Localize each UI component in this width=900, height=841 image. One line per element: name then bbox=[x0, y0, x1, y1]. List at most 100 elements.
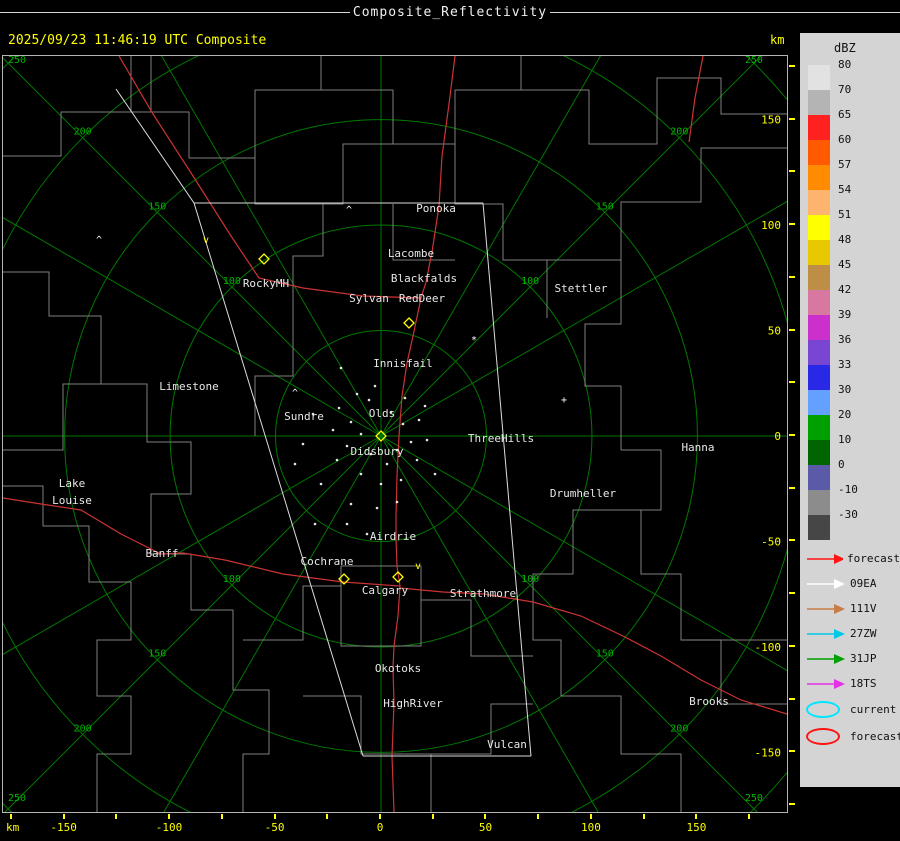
colorbar-value: -30 bbox=[838, 508, 858, 521]
axis-label-right: 150 bbox=[761, 114, 781, 127]
city-label: Drumheller bbox=[550, 487, 617, 500]
obs-symbol: ^ bbox=[346, 205, 352, 216]
colorbar-value: 10 bbox=[838, 433, 852, 446]
axis-tick bbox=[789, 644, 795, 647]
ellipse-label: current bbox=[850, 703, 897, 716]
axis-tick bbox=[484, 814, 487, 819]
axis-tick bbox=[326, 814, 329, 819]
axis-label-right: 50 bbox=[768, 325, 781, 338]
axis-tick bbox=[9, 814, 12, 819]
city-label: Didsbury bbox=[351, 445, 404, 458]
axis-tick bbox=[589, 814, 592, 819]
axis-tick bbox=[789, 697, 795, 700]
city-label: Sundre bbox=[284, 410, 324, 423]
city-label: Vulcan bbox=[487, 738, 527, 751]
ring-distance-label: 250 bbox=[8, 793, 26, 804]
city-label: ThreeHills bbox=[468, 432, 534, 445]
city-label: Ponoka bbox=[416, 202, 456, 215]
axis-tick bbox=[789, 170, 795, 173]
colorbar-value: 42 bbox=[838, 283, 852, 296]
city-label: Olds bbox=[369, 407, 396, 420]
county-boundary bbox=[454, 144, 548, 318]
echo-dot bbox=[319, 482, 323, 486]
colorbar-value: 80 bbox=[838, 58, 852, 71]
colorbar-value: 39 bbox=[838, 308, 852, 321]
county-boundary bbox=[532, 509, 641, 696]
axis-tick bbox=[789, 275, 795, 278]
city-label: Sylvan bbox=[349, 292, 389, 305]
colorbar-value: -10 bbox=[838, 483, 858, 496]
colorbar-band-row: 70 bbox=[808, 83, 900, 115]
colorbar-swatch bbox=[808, 290, 830, 315]
echo-dot bbox=[425, 438, 429, 442]
highway-line bbox=[118, 56, 422, 299]
county-boundary bbox=[151, 553, 270, 812]
colorbar-swatch bbox=[808, 140, 830, 165]
city-label: Innisfail bbox=[373, 357, 433, 370]
radial-line bbox=[380, 435, 787, 671]
radial-line bbox=[161, 56, 382, 437]
legend-track-row: 27ZW bbox=[800, 621, 900, 646]
track-label: 111V bbox=[850, 602, 877, 615]
ring-distance-label: 100 bbox=[223, 276, 241, 287]
colorbar-value: 36 bbox=[838, 333, 852, 346]
city-label: Lake bbox=[59, 477, 86, 490]
county-boundary bbox=[3, 485, 132, 812]
ring-distance-label: 200 bbox=[670, 723, 688, 734]
arrow-head bbox=[834, 628, 845, 639]
axis-tick bbox=[379, 814, 381, 819]
colorbar-swatch bbox=[808, 340, 830, 365]
colorbar-swatch bbox=[808, 415, 830, 440]
echo-dot bbox=[395, 500, 399, 504]
title-rule-right bbox=[550, 12, 900, 13]
echo-dot bbox=[423, 404, 427, 408]
echo-dot bbox=[335, 458, 339, 462]
county-boundary bbox=[303, 695, 432, 812]
ring-distance-label: 150 bbox=[596, 201, 614, 212]
ring-distance-label: 250 bbox=[745, 793, 763, 804]
echo-dot bbox=[359, 432, 363, 436]
colorbar-band-row: 65 bbox=[808, 108, 900, 140]
county-boundary bbox=[254, 56, 322, 158]
track-label: forecast bbox=[847, 552, 900, 565]
colorbar-value: 51 bbox=[838, 208, 852, 221]
echo-dot bbox=[349, 502, 353, 506]
colorbar-band-row: 42 bbox=[808, 283, 900, 315]
arrow-head bbox=[834, 603, 845, 614]
ring-distance-label: 250 bbox=[745, 56, 763, 66]
ring-distance-label: 100 bbox=[521, 574, 539, 585]
site-diamond-marker bbox=[403, 317, 415, 329]
track-label: 18TS bbox=[850, 677, 877, 690]
ellipse-legend: current forecast bbox=[800, 696, 900, 750]
radar-map: 100 100 100 100 150 150 150 150 200 200 200 200 250 2… bbox=[2, 55, 788, 813]
ring-distance-label: 250 bbox=[8, 56, 26, 66]
colorbar-band-row: -30 bbox=[808, 508, 900, 540]
county-boundary bbox=[131, 111, 323, 205]
arrow-head bbox=[834, 553, 844, 564]
colorbar-value: 45 bbox=[838, 258, 852, 271]
axis-tick bbox=[789, 223, 795, 226]
ring-distance-label: 100 bbox=[223, 574, 241, 585]
axis-label-bottom: 0 bbox=[376, 821, 384, 834]
axis-tick bbox=[789, 592, 795, 595]
county-boundary bbox=[521, 77, 787, 145]
city-label: Calgary bbox=[362, 584, 409, 597]
radar-app-window: Composite_Reflectivity 2025/09/23 11:46:… bbox=[0, 0, 900, 841]
caret-marker: v bbox=[203, 235, 209, 246]
axis-tick bbox=[789, 539, 795, 542]
ellipse-label: forecast bbox=[850, 730, 900, 743]
echo-dot bbox=[349, 420, 353, 424]
city-label: RedDeer bbox=[399, 292, 446, 305]
obs-symbol: + bbox=[561, 395, 567, 406]
arrow-head bbox=[834, 678, 845, 689]
axis-tick bbox=[748, 814, 751, 819]
colorbar-band-row: 36 bbox=[808, 333, 900, 365]
city-label: Hanna bbox=[681, 441, 714, 454]
axis-label-right: -150 bbox=[755, 746, 782, 759]
colorbar-swatch bbox=[808, 115, 830, 140]
colorbar-swatch bbox=[808, 390, 830, 415]
city-label: Stettler bbox=[555, 282, 608, 295]
colorbar-swatch bbox=[808, 165, 830, 190]
obs-symbol: * bbox=[471, 335, 477, 346]
colorbar-swatch bbox=[808, 315, 830, 340]
